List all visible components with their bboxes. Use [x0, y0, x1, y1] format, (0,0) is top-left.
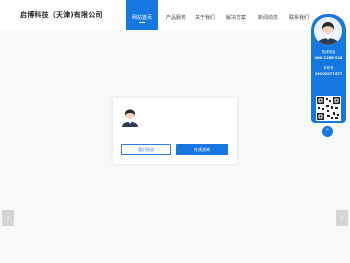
online-consult-button[interactable]: 在线咨询 — [176, 144, 228, 155]
chevron-up-icon: ⌃ — [324, 128, 331, 135]
mobile-number[interactable]: 19102077477 — [311, 72, 346, 76]
customer-service-avatar — [122, 109, 138, 127]
chevron-left-icon: ‹ — [6, 214, 10, 222]
company-name[interactable]: 启博科技（天津)有限公司 — [20, 10, 103, 20]
back-to-top-button[interactable]: ⌃ — [322, 126, 333, 137]
nav-item-contact[interactable]: 联系我们 — [283, 0, 315, 30]
later-button[interactable]: 我们再谈 — [121, 144, 171, 155]
chevron-right-icon: › — [340, 214, 344, 222]
nav-item-home[interactable]: 网站首页 — [126, 0, 158, 30]
nav-item-solutions[interactable]: 解决方案 — [220, 0, 252, 30]
site-header: 启博科技（天津)有限公司 网站首页 产品服务 关于我们 解决方案 新闻动态 联系… — [0, 0, 350, 30]
hotline-number[interactable]: 400-1166-918 — [311, 56, 346, 60]
hotline-label: 热线电话 — [321, 50, 336, 54]
side-panel-avatar — [314, 17, 342, 45]
wechat-qr-code — [316, 96, 341, 121]
customer-service-icon — [314, 17, 342, 45]
nav-item-about[interactable]: 关于我们 — [191, 0, 219, 30]
nav-item-products[interactable]: 产品服务 — [160, 0, 192, 30]
nav-item-news[interactable]: 新闻动态 — [252, 0, 284, 30]
carousel-prev-button[interactable]: ‹ — [2, 210, 14, 226]
chat-invite-card: 我们再谈 在线咨询 — [113, 98, 237, 164]
carousel-next-button[interactable]: › — [336, 210, 348, 226]
contact-side-panel: 热线电话 400-1166-918 手机号 19102077477 添加客服微信 — [311, 14, 346, 129]
mobile-label: 手机号 — [323, 66, 334, 70]
